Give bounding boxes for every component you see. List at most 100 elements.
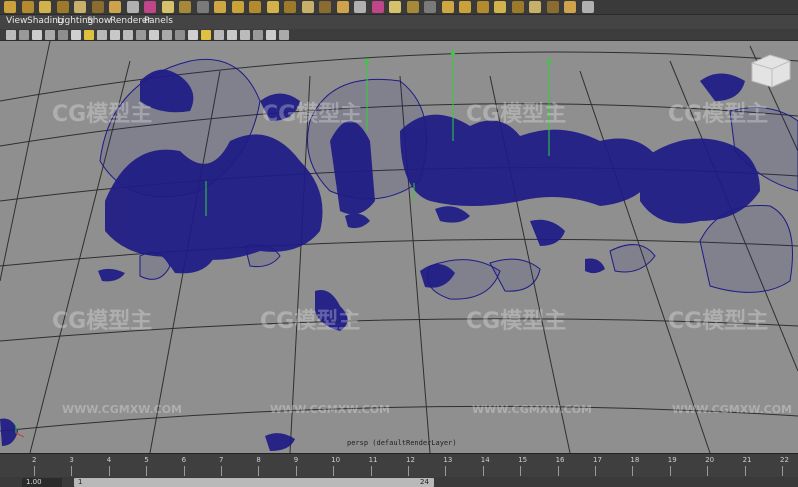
panel-toolbar-icon[interactable] xyxy=(201,30,211,40)
shelf-tool-icon[interactable] xyxy=(144,1,156,13)
shelf-tool-icon[interactable] xyxy=(459,1,471,13)
timeline-tick xyxy=(744,466,746,476)
panel-toolbar-icon[interactable] xyxy=(175,30,185,40)
range-slider-bar: 1.00 1 24 xyxy=(0,477,798,487)
shelf-tool-icon[interactable] xyxy=(441,1,454,13)
shelf-tool-icon[interactable] xyxy=(21,1,34,13)
panel-toolbar-icon[interactable] xyxy=(71,30,81,40)
timeline-tick-label: 2 xyxy=(32,456,37,464)
shelf-tool-icon[interactable] xyxy=(354,1,366,13)
panel-toolbar-icon[interactable] xyxy=(19,30,29,40)
selection-markers xyxy=(365,51,551,63)
watermark-logo: CG模型主 xyxy=(668,309,769,334)
panel-toolbar-icon[interactable] xyxy=(253,30,263,40)
panel-toolbar-icon[interactable] xyxy=(45,30,55,40)
shelf-tool-icon[interactable] xyxy=(161,1,174,13)
timeline-tick xyxy=(595,466,596,476)
timeline-tick-label: 14 xyxy=(480,456,490,464)
panel-menubar: View Shading Lighting Show Renderer Pane… xyxy=(0,15,798,29)
shelf-tool-icon[interactable] xyxy=(494,1,506,13)
current-frame-field[interactable]: 1.00 xyxy=(22,478,62,487)
shelf-tool-icon[interactable] xyxy=(476,1,489,13)
watermark-url: WWW.CGMXW.COM xyxy=(672,403,792,416)
timeline-tick-label: 9 xyxy=(293,456,299,464)
watermark-logo: CG模型主 xyxy=(466,309,567,334)
watermark-logo: CG模型主 xyxy=(260,309,361,334)
timeline-tick xyxy=(258,466,260,476)
shelf-tool-icon[interactable] xyxy=(406,1,419,13)
shelf-tool-icon[interactable] xyxy=(581,1,594,13)
playback-range-slider[interactable] xyxy=(74,478,434,487)
watermark-logo: CG模型主 xyxy=(262,102,363,127)
shelf-tool-icon[interactable] xyxy=(249,1,261,13)
timeline-tick-label: 10 xyxy=(331,456,341,464)
shelf-tool-icon[interactable] xyxy=(179,1,191,13)
panel-toolbar-icon[interactable] xyxy=(266,30,276,40)
timeline-tick-label: 3 xyxy=(69,456,74,464)
shelf-tool-icon[interactable] xyxy=(546,1,559,13)
timeline-tick xyxy=(445,466,447,476)
panel-toolbar-icon[interactable] xyxy=(97,30,107,40)
timeline-tick-label: 5 xyxy=(144,456,149,464)
shelf-tool-icon[interactable] xyxy=(39,1,51,13)
shelf-tool-icon[interactable] xyxy=(214,1,226,13)
timeline-tick-label: 7 xyxy=(219,456,224,464)
timeline-tick-label: 6 xyxy=(181,456,187,464)
timeline-tick-label: 13 xyxy=(443,456,453,464)
panel-toolbar-icon[interactable] xyxy=(58,30,68,40)
timeline-tick-label: 18 xyxy=(630,456,640,464)
time-slider[interactable]: 2 3 4 5 6 7 8 9 10 11 12 13 14 15 16 17 18 19 20 21 22 xyxy=(0,453,798,477)
menu-view[interactable]: View xyxy=(6,16,27,26)
timeline-tick xyxy=(221,466,222,476)
shelf-tool-icon[interactable] xyxy=(196,1,209,13)
panel-toolbar-icon[interactable] xyxy=(214,30,224,40)
panel-toolbar-icon[interactable] xyxy=(240,30,250,40)
shelf-tool-icon[interactable] xyxy=(284,1,296,13)
watermark-url: WWW.CGMXW.COM xyxy=(472,403,592,416)
shelf-tool-icon[interactable] xyxy=(301,1,314,13)
panel-toolbar-icon[interactable] xyxy=(123,30,133,40)
panel-toolbar-icon[interactable] xyxy=(162,30,172,40)
panel-toolbar xyxy=(0,29,798,41)
shelf-tool-icon[interactable] xyxy=(266,1,279,13)
menu-panels[interactable]: Panels xyxy=(144,16,173,26)
watermark-url: WWW.CGMXW.COM xyxy=(62,403,182,416)
shelf-tool-icon[interactable] xyxy=(74,1,86,13)
panel-toolbar-icon[interactable] xyxy=(227,30,237,40)
panel-toolbar-icon[interactable] xyxy=(32,30,42,40)
timeline-tick-label: 12 xyxy=(406,456,415,464)
shelf-tool-icon[interactable] xyxy=(336,1,349,13)
panel-toolbar-icon[interactable] xyxy=(279,30,289,40)
shelf-tool-icon[interactable] xyxy=(126,1,139,13)
timeline-tick xyxy=(146,466,148,476)
panel-toolbar-icon[interactable] xyxy=(188,30,198,40)
shelf-tool-icon[interactable] xyxy=(231,1,244,13)
shelf-tool-icon[interactable] xyxy=(389,1,401,13)
timeline-tick-label: 19 xyxy=(667,456,677,464)
range-end-label: 24 xyxy=(420,478,429,486)
watermark-logo: CG模型主 xyxy=(52,102,153,127)
panel-toolbar-icon[interactable] xyxy=(6,30,16,40)
shelf-tool-icon[interactable] xyxy=(319,1,331,13)
panel-toolbar-icon[interactable] xyxy=(84,30,94,40)
panel-toolbar-icon[interactable] xyxy=(136,30,146,40)
perspective-viewport[interactable]: CG模型主 CG模型主 CG模型主 CG模型主 CG模型主 CG模型主 CG模型… xyxy=(0,41,798,453)
shelf-tool-icon[interactable] xyxy=(564,1,576,13)
shelf-tool-icon[interactable] xyxy=(4,1,16,13)
timeline-tick xyxy=(71,466,73,476)
shelf-tool-icon[interactable] xyxy=(529,1,541,13)
shelf-tool-icon[interactable] xyxy=(91,1,104,13)
shelf-tool-icon[interactable] xyxy=(511,1,524,13)
panel-toolbar-icon[interactable] xyxy=(149,30,159,40)
timeline-tick-label: 22 xyxy=(780,456,789,464)
shelf-tool-icon[interactable] xyxy=(424,1,436,13)
shelf-tool-icon[interactable] xyxy=(109,1,121,13)
shelf-toolbar xyxy=(0,0,798,15)
camera-label: persp (defaultRenderLayer) xyxy=(347,439,457,447)
watermark-url: WWW.CGMXW.COM xyxy=(270,403,390,416)
timeline-tick-label: 4 xyxy=(106,456,112,464)
shelf-tool-icon[interactable] xyxy=(56,1,69,13)
panel-toolbar-icon[interactable] xyxy=(110,30,120,40)
shelf-tool-icon[interactable] xyxy=(371,1,384,13)
menu-show[interactable]: Show xyxy=(87,16,111,26)
